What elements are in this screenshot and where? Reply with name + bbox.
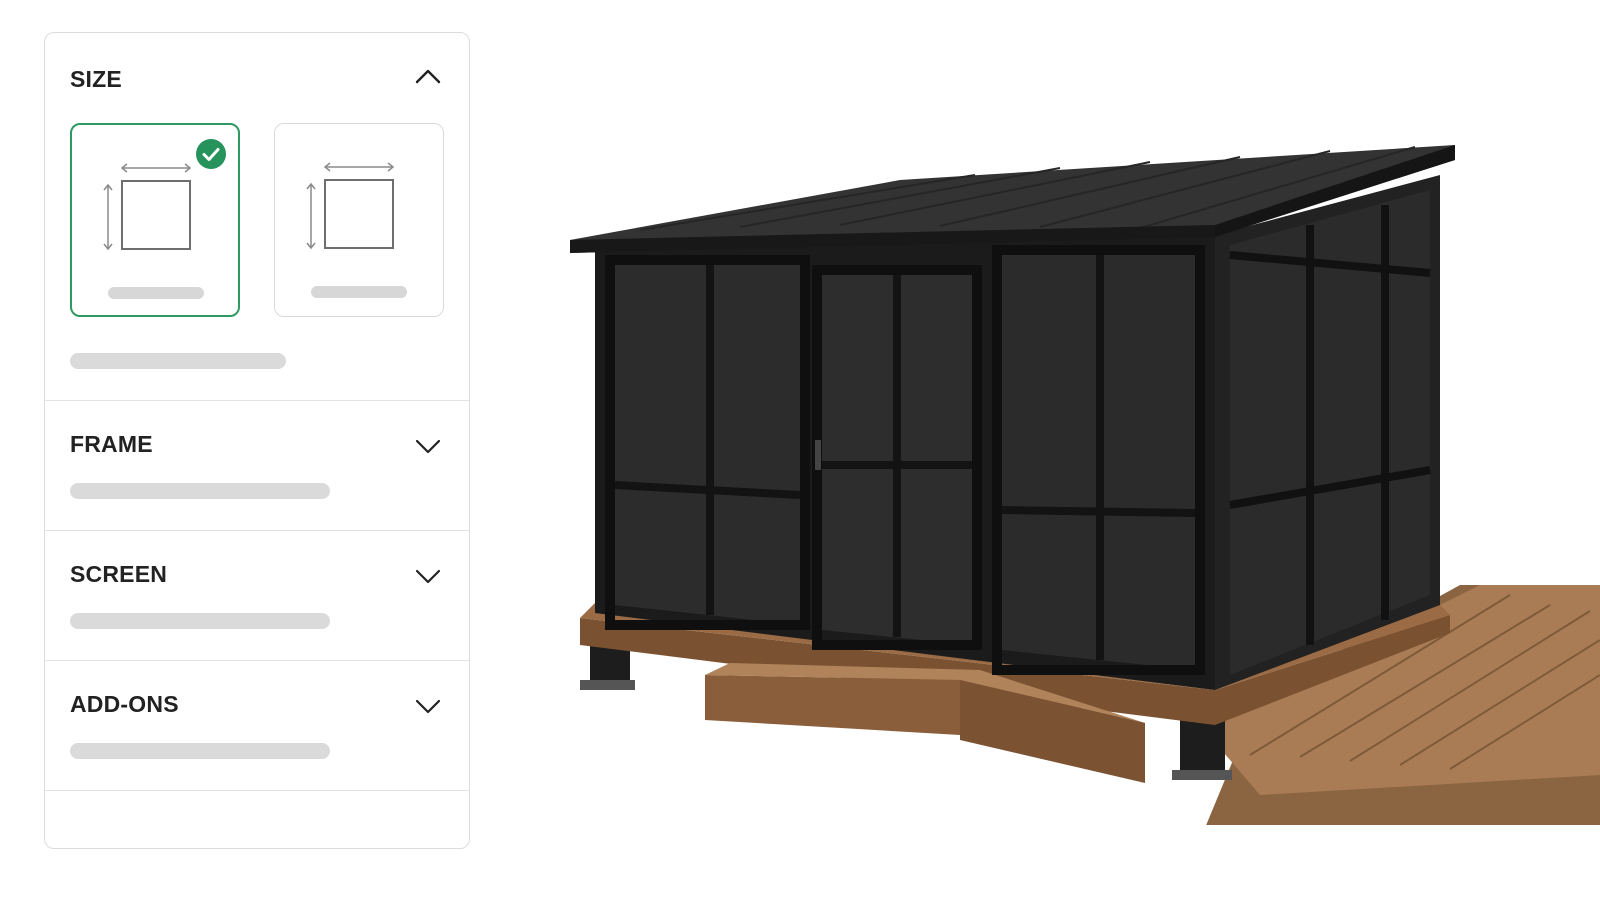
frame-section-title: FRAME — [70, 431, 153, 457]
chevron-down-icon[interactable] — [415, 697, 441, 715]
screen-summary-placeholder — [70, 613, 330, 629]
frame-section: FRAME — [45, 401, 469, 531]
chevron-down-icon[interactable] — [415, 437, 441, 455]
product-preview-image — [570, 145, 1600, 825]
addons-section: ADD-ONS — [45, 661, 469, 791]
addons-section-title: ADD-ONS — [70, 691, 179, 717]
size-option-label-placeholder — [108, 287, 204, 299]
screen-section-title: SCREEN — [70, 561, 168, 587]
addons-section-header[interactable]: ADD-ONS — [45, 661, 469, 741]
size-description-placeholder — [70, 353, 286, 369]
frame-section-header[interactable]: FRAME — [45, 401, 469, 481]
check-circle-icon — [196, 139, 226, 169]
size-option-1[interactable] — [70, 123, 240, 317]
frame-summary-placeholder — [70, 483, 330, 499]
addons-summary-placeholder — [70, 743, 330, 759]
chevron-up-icon[interactable] — [415, 67, 441, 85]
screen-section: SCREEN — [45, 531, 469, 661]
screen-section-header[interactable]: SCREEN — [45, 531, 469, 611]
size-section-title: SIZE — [70, 66, 122, 92]
dimensions-icon — [103, 163, 192, 251]
dimensions-icon — [306, 162, 395, 250]
size-section: SIZE — [45, 33, 469, 401]
size-option-label-placeholder — [311, 286, 407, 298]
size-option-2[interactable] — [274, 123, 444, 317]
chevron-down-icon[interactable] — [415, 567, 441, 585]
size-section-header[interactable]: SIZE — [45, 33, 469, 123]
configurator-panel: SIZE FRAME SCREEN ADD-ONS — [44, 32, 470, 849]
